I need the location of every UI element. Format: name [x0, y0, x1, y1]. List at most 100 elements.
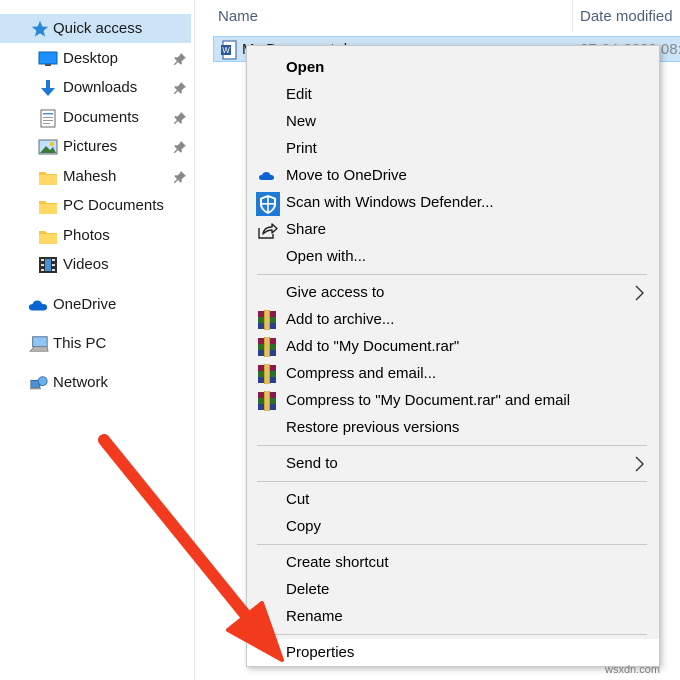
nav-item-label: Photos — [63, 227, 110, 244]
winrar-icon — [256, 336, 278, 358]
nav-item-label: Desktop — [63, 50, 119, 67]
menu-item-label: Rename — [286, 608, 343, 625]
menu-item-label: Give access to — [286, 284, 385, 301]
word-document-icon: W — [220, 40, 238, 65]
nav-item-label: Videos — [63, 256, 109, 273]
menu-item-compress-and-email[interactable]: Compress and email... — [247, 360, 659, 387]
menu-item-label: New — [286, 113, 317, 130]
nav-item-photos[interactable]: Photos — [0, 221, 191, 250]
menu-separator — [257, 634, 647, 635]
menu-item-label: Open — [286, 59, 325, 76]
menu-item-restore-previous-versions[interactable]: Restore previous versions — [247, 414, 659, 441]
winrar-icon — [256, 390, 278, 412]
nav-item-label: Documents — [63, 109, 139, 126]
pin-icon — [173, 52, 187, 66]
column-header-name[interactable]: Name — [218, 0, 258, 32]
menu-item-open[interactable]: Open — [247, 54, 659, 81]
menu-item-properties[interactable]: Properties — [247, 639, 659, 666]
menu-separator — [257, 544, 647, 545]
nav-item-label: Mahesh — [63, 168, 117, 185]
menu-item-label: Send to — [286, 455, 338, 472]
pin-icon — [173, 81, 187, 95]
menu-item-print[interactable]: Print — [247, 135, 659, 162]
nav-item-label: Downloads — [63, 79, 138, 96]
nav-item-network[interactable]: Network — [0, 368, 191, 397]
menu-item-edit[interactable]: Edit — [247, 81, 659, 108]
menu-item-label: Create shortcut — [286, 554, 389, 571]
menu-item-share[interactable]: Share — [247, 216, 659, 243]
menu-item-send-to[interactable]: Send to — [247, 450, 659, 477]
column-separator[interactable] — [572, 0, 573, 32]
pin-icon — [173, 140, 187, 154]
windows-defender-icon — [256, 192, 280, 216]
nav-item-label: PC Documents — [63, 197, 164, 214]
menu-item-copy[interactable]: Copy — [247, 513, 659, 540]
nav-item-this-pc[interactable]: This PC — [0, 329, 191, 358]
menu-item-rename[interactable]: Rename — [247, 603, 659, 630]
pane-divider[interactable] — [194, 0, 195, 680]
menu-item-label: Move to OneDrive — [286, 167, 407, 184]
menu-item-create-shortcut[interactable]: Create shortcut — [247, 549, 659, 576]
network-icon — [29, 373, 49, 393]
menu-item-label: Properties — [286, 644, 355, 661]
nav-item-downloads[interactable]: Downloads — [0, 73, 191, 102]
menu-item-give-access-to[interactable]: Give access to — [247, 279, 659, 306]
videos-icon — [38, 255, 58, 275]
nav-item-label: OneDrive — [53, 296, 117, 313]
menu-item-label: Print — [286, 140, 317, 157]
column-header-date-modified[interactable]: Date modified — [580, 0, 673, 32]
onedrive-icon — [256, 165, 278, 187]
menu-item-label: Open with... — [286, 248, 367, 265]
nav-item-desktop[interactable]: Desktop — [0, 44, 191, 73]
pin-icon — [173, 111, 187, 125]
menu-separator — [257, 481, 647, 482]
menu-item-label: Copy — [286, 518, 322, 535]
watermark-text: wsxdn.com — [605, 664, 661, 676]
menu-item-label: Restore previous versions — [286, 419, 460, 436]
menu-item-label: Add to "My Document.rar" — [286, 338, 460, 355]
documents-icon — [38, 108, 58, 128]
nav-item-pictures[interactable]: Pictures — [0, 132, 191, 161]
folder-icon — [38, 196, 58, 216]
menu-item-label: Share — [286, 221, 327, 238]
menu-item-label: Delete — [286, 581, 330, 598]
menu-item-move-to-onedrive[interactable]: Move to OneDrive — [247, 162, 659, 189]
nav-item-label: Network — [53, 374, 109, 391]
menu-item-scan-defender[interactable]: Scan with Windows Defender... — [247, 189, 659, 216]
menu-item-label: Scan with Windows Defender... — [286, 194, 494, 211]
nav-item-documents[interactable]: Documents — [0, 103, 191, 132]
nav-item-pc-documents[interactable]: PC Documents — [0, 191, 191, 220]
folder-icon — [38, 167, 58, 187]
menu-item-label: Add to archive... — [286, 311, 395, 328]
menu-item-new[interactable]: New — [247, 108, 659, 135]
nav-item-videos[interactable]: Videos — [0, 250, 191, 279]
menu-item-add-to-archive[interactable]: Add to archive... — [247, 306, 659, 333]
folder-icon — [38, 226, 58, 246]
context-menu: Open Edit New Print Move to OneDrive Sca… — [246, 45, 660, 667]
menu-item-label: Compress and email... — [286, 365, 437, 382]
menu-item-delete[interactable]: Delete — [247, 576, 659, 603]
menu-item-label: Edit — [286, 86, 312, 103]
nav-item-quick-access[interactable]: Quick access — [0, 14, 191, 43]
download-icon — [38, 78, 58, 98]
pin-icon — [173, 170, 187, 184]
nav-item-onedrive[interactable]: OneDrive — [0, 290, 191, 319]
nav-item-label: Pictures — [63, 138, 118, 155]
navigation-pane: Quick access Desktop Downloads Documents — [0, 0, 194, 680]
menu-separator — [257, 274, 647, 275]
menu-item-cut[interactable]: Cut — [247, 486, 659, 513]
menu-item-compress-to-rar-and-email[interactable]: Compress to "My Document.rar" and email — [247, 387, 659, 414]
desktop-icon — [38, 49, 58, 69]
menu-item-open-with[interactable]: Open with... — [247, 243, 659, 270]
share-icon — [256, 219, 278, 241]
star-icon — [30, 19, 50, 39]
onedrive-cloud-icon — [28, 295, 48, 315]
menu-separator — [257, 445, 647, 446]
winrar-icon — [256, 309, 278, 331]
this-pc-icon — [29, 334, 49, 354]
winrar-icon — [256, 363, 278, 385]
nav-item-mahesh[interactable]: Mahesh — [0, 162, 191, 191]
menu-item-add-to-rar[interactable]: Add to "My Document.rar" — [247, 333, 659, 360]
menu-item-label: Compress to "My Document.rar" and email — [286, 392, 571, 409]
svg-text:W: W — [222, 46, 230, 55]
